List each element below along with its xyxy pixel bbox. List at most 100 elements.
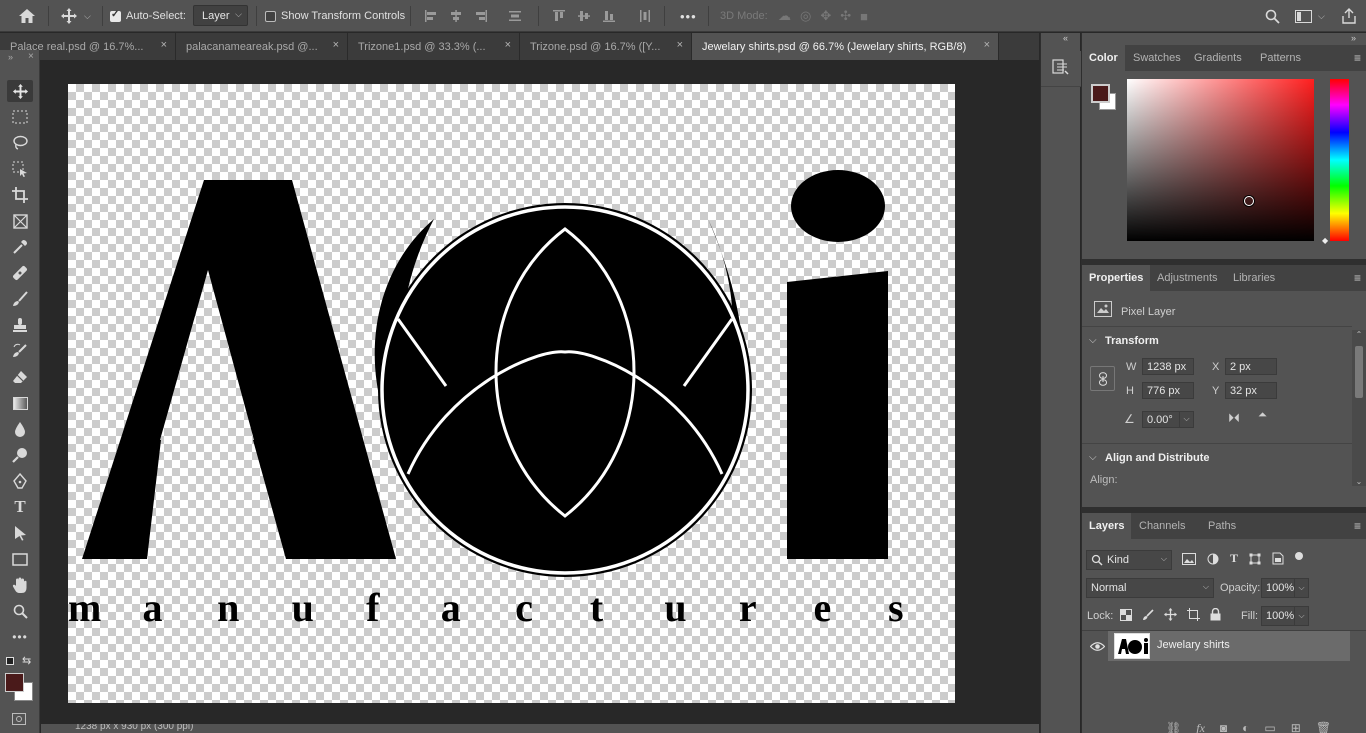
chevron-down-icon[interactable]: ⌵ <box>1318 11 1325 22</box>
close-icon[interactable]: × <box>984 39 990 51</box>
search-icon[interactable] <box>1265 0 1280 32</box>
path-selection-tool-icon[interactable] <box>7 522 33 544</box>
layer-filter-dropdown[interactable]: Kind ⌵ <box>1086 550 1172 570</box>
link-layers-icon[interactable]: ⛓ <box>1166 721 1181 733</box>
flip-vertical-icon[interactable]: ⏶ <box>1258 409 1267 422</box>
angle-input[interactable]: 0.00° ⌵ <box>1142 411 1194 428</box>
scrollbar-thumb[interactable] <box>1355 346 1363 398</box>
height-input[interactable]: 776 px <box>1142 382 1194 399</box>
quick-mask-icon[interactable] <box>12 713 26 725</box>
opacity-input[interactable]: 100% ⌵ <box>1261 578 1309 598</box>
workspace-icon[interactable]: ⌵ <box>1295 0 1325 32</box>
align-middle-icon[interactable] <box>577 9 591 23</box>
pen-tool-icon[interactable] <box>7 470 33 492</box>
tab-adjustments[interactable]: Adjustments <box>1150 265 1225 291</box>
blur-tool-icon[interactable] <box>7 418 33 440</box>
hue-slider-handle[interactable]: ◆ <box>1322 236 1328 245</box>
lock-all-icon[interactable] <box>1210 608 1221 621</box>
collapse-panels-icon[interactable]: » <box>1351 33 1356 43</box>
3d-scale-icon[interactable]: ■ <box>860 9 868 24</box>
doc-tab-active[interactable]: Jewelary shirts.psd @ 66.7% (Jewelary sh… <box>692 33 999 60</box>
lock-position-icon[interactable] <box>1164 608 1177 621</box>
layer-name[interactable]: Jewelary shirts <box>1157 639 1230 651</box>
chevron-down-icon[interactable]: ⌵ <box>1294 579 1308 597</box>
properties-scrollbar[interactable]: ⌃ ⌄ <box>1352 330 1366 486</box>
checkbox-checked-icon[interactable] <box>110 9 121 22</box>
filter-adjustment-icon[interactable] <box>1207 553 1219 565</box>
show-transform-checkbox[interactable]: Show Transform Controls <box>265 0 405 32</box>
checkbox-icon[interactable] <box>265 10 276 22</box>
object-selection-tool-icon[interactable] <box>7 158 33 180</box>
move-tool-icon[interactable]: ⌵ <box>60 0 91 32</box>
close-icon[interactable]: × <box>505 39 511 51</box>
filter-shape-icon[interactable] <box>1249 553 1261 565</box>
chevron-down-icon[interactable]: ⌵ <box>84 11 91 22</box>
foreground-color-swatch[interactable] <box>5 673 24 692</box>
new-group-icon[interactable]: ▭ <box>1264 721 1275 733</box>
chevron-down-icon[interactable]: ⌵ <box>1179 412 1193 427</box>
x-input[interactable]: 2 px <box>1225 358 1277 375</box>
3d-roll-icon[interactable]: ◎ <box>800 8 811 24</box>
fill-input[interactable]: 100% ⌵ <box>1261 606 1309 626</box>
share-icon[interactable] <box>1342 0 1356 32</box>
hue-slider[interactable] <box>1330 79 1349 241</box>
close-icon[interactable]: × <box>28 51 34 62</box>
align-top-icon[interactable] <box>552 9 566 23</box>
tab-channels[interactable]: Channels <box>1132 513 1192 539</box>
align-bottom-icon[interactable] <box>602 9 616 23</box>
brush-tool-icon[interactable] <box>7 288 33 310</box>
layer-row[interactable]: Jewelary shirts <box>1108 631 1350 661</box>
blend-mode-dropdown[interactable]: Normal ⌵ <box>1086 578 1214 598</box>
close-icon[interactable]: × <box>161 39 167 51</box>
lock-transparent-pixels-icon[interactable] <box>1120 608 1132 621</box>
link-dimensions-icon[interactable] <box>1090 366 1115 391</box>
swap-colors-icon[interactable]: ⇆ <box>22 654 31 667</box>
tab-paths[interactable]: Paths <box>1201 513 1243 539</box>
type-tool-icon[interactable]: T <box>7 496 33 518</box>
eyedropper-tool-icon[interactable] <box>7 236 33 258</box>
auto-select-target-dropdown[interactable]: Layer ⌵ <box>193 5 248 26</box>
doc-tab[interactable]: Trizone.psd @ 16.7% ([Y... × <box>520 33 692 60</box>
rectangle-tool-icon[interactable] <box>7 548 33 570</box>
new-adjustment-layer-icon[interactable]: ◐ <box>1242 721 1249 733</box>
scroll-down-icon[interactable]: ⌄ <box>1352 477 1366 486</box>
auto-select-checkbox[interactable]: Auto-Select: <box>110 0 186 32</box>
close-icon[interactable]: × <box>333 39 339 51</box>
hand-tool-icon[interactable] <box>7 574 33 596</box>
3d-drag-icon[interactable]: ✥ <box>820 8 831 24</box>
width-input[interactable]: 1238 px <box>1142 358 1194 375</box>
scroll-up-icon[interactable]: ⌃ <box>1352 330 1366 339</box>
panel-menu-icon[interactable]: ≡ <box>1354 271 1361 285</box>
collapse-transform-icon[interactable]: ⌵ <box>1089 335 1097 346</box>
expand-panels-icon[interactable]: « <box>1063 33 1068 43</box>
y-input[interactable]: 32 px <box>1225 382 1277 399</box>
tab-libraries[interactable]: Libraries <box>1226 265 1282 291</box>
distribute-icon[interactable] <box>508 9 522 23</box>
panel-menu-icon[interactable]: ≡ <box>1354 51 1361 65</box>
flip-horizontal-icon[interactable]: ⏵⏴ <box>1228 411 1240 426</box>
doc-tab[interactable]: palacanameareak.psd @... × <box>176 33 348 60</box>
filter-pixel-icon[interactable] <box>1182 552 1196 565</box>
more-options-button[interactable]: ••• <box>680 0 697 32</box>
align-center-icon[interactable] <box>449 9 463 23</box>
layer-style-icon[interactable]: fx <box>1196 721 1205 733</box>
zoom-tool-icon[interactable] <box>7 600 33 622</box>
lock-image-pixels-icon[interactable] <box>1142 608 1154 621</box>
panel-menu-icon[interactable]: ≡ <box>1354 519 1361 533</box>
marquee-tool-icon[interactable] <box>7 106 33 128</box>
align-left-icon[interactable] <box>424 9 438 23</box>
tab-swatches[interactable]: Swatches <box>1126 45 1188 71</box>
document-canvas[interactable]: manufactures <box>68 84 955 703</box>
tab-layers[interactable]: Layers <box>1082 513 1132 539</box>
eraser-tool-icon[interactable] <box>7 366 33 388</box>
tab-gradients[interactable]: Gradients <box>1187 45 1249 71</box>
healing-brush-tool-icon[interactable] <box>7 262 33 284</box>
tab-color[interactable]: Color <box>1082 45 1125 71</box>
collapse-align-icon[interactable]: ⌵ <box>1089 452 1097 463</box>
doc-tab[interactable]: Trizone1.psd @ 33.3% (... × <box>348 33 520 60</box>
clone-stamp-tool-icon[interactable] <box>7 314 33 336</box>
close-icon[interactable]: × <box>677 39 683 51</box>
color-picker-cursor[interactable] <box>1244 196 1254 206</box>
tab-patterns[interactable]: Patterns <box>1253 45 1308 71</box>
color-saturation-field[interactable] <box>1127 79 1314 241</box>
